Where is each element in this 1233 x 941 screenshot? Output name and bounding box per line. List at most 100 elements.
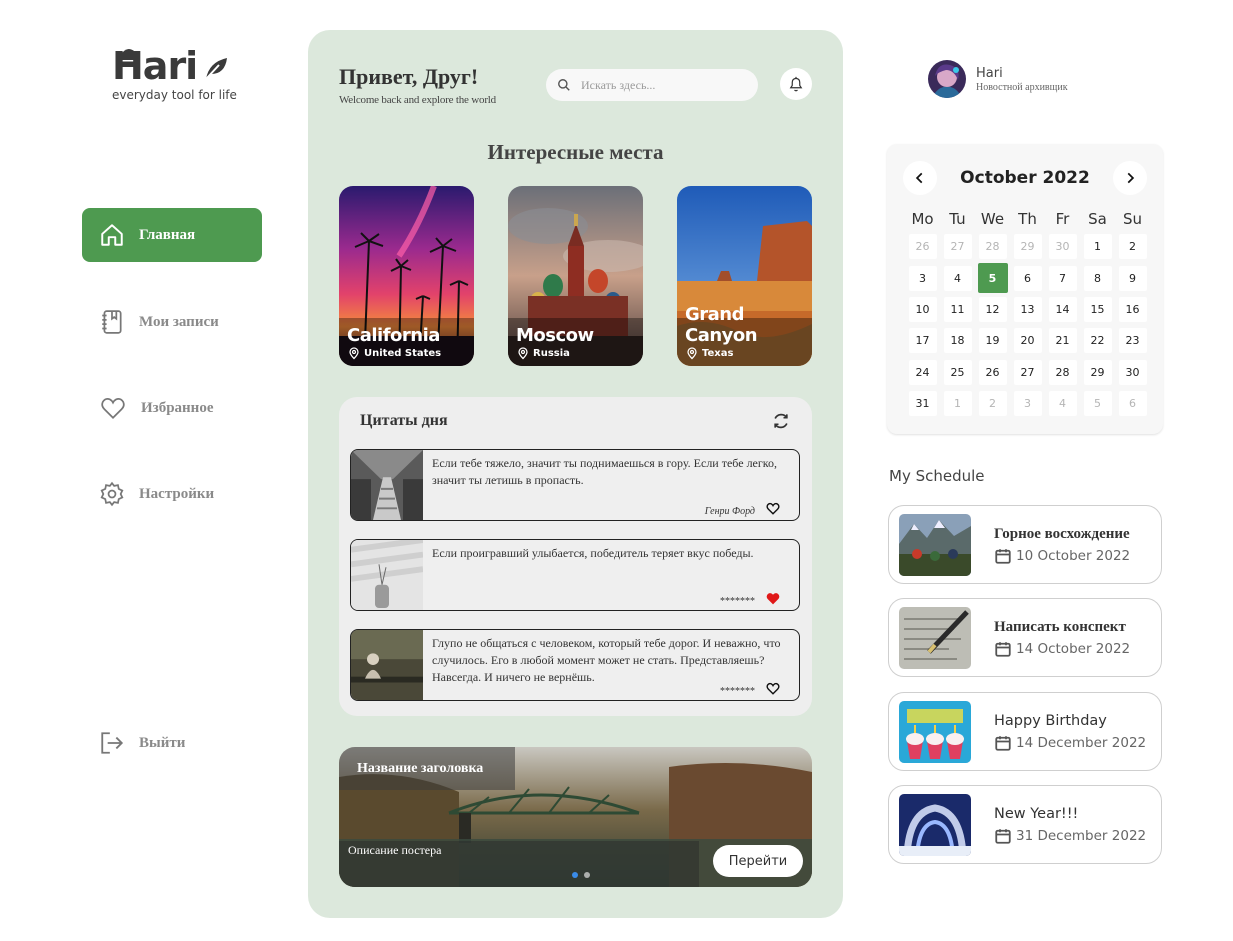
schedule-item-title: New Year!!!: [994, 806, 1079, 822]
schedule-item[interactable]: Написать конспект 14 October 2022: [888, 598, 1162, 677]
quote-text: Если проигравший улыбается, победитель т…: [432, 546, 754, 560]
nav-label: Избранное: [141, 399, 214, 416]
calendar-day[interactable]: 26: [905, 231, 940, 262]
calendar-day[interactable]: 10: [905, 294, 940, 325]
notebook-icon: [102, 310, 122, 334]
calendar-icon: [995, 642, 1011, 657]
heart-outline-icon[interactable]: [766, 502, 780, 515]
nav-item-settings[interactable]: Настройки: [82, 467, 262, 521]
calendar-day[interactable]: 30: [1045, 231, 1080, 262]
calendar-weekday: We: [980, 210, 1005, 228]
nav-item-home[interactable]: Главная: [82, 208, 262, 262]
calendar-day[interactable]: 9: [1115, 262, 1150, 293]
location-pin-icon: [518, 347, 528, 360]
calendar-day[interactable]: 11: [940, 294, 975, 325]
calendar-day[interactable]: 30: [1115, 357, 1150, 388]
calendar-day[interactable]: 27: [940, 231, 975, 262]
calendar-day[interactable]: 5: [975, 262, 1010, 294]
logout-button[interactable]: Выйти: [82, 716, 262, 770]
calendar-day[interactable]: 18: [940, 325, 975, 356]
calendar-day[interactable]: 5: [1080, 388, 1115, 419]
nav-item-notes[interactable]: Мои записи: [82, 295, 262, 349]
calendar-day[interactable]: 4: [1045, 388, 1080, 419]
calendar-day[interactable]: 25: [940, 357, 975, 388]
calendar-day[interactable]: 16: [1115, 294, 1150, 325]
leaf-icon: [205, 58, 228, 80]
profile-name: Hari: [976, 65, 1003, 81]
calendar-day[interactable]: 22: [1080, 325, 1115, 356]
calendar-day[interactable]: 3: [905, 262, 940, 293]
calendar-day[interactable]: 2: [1115, 231, 1150, 262]
place-card-grand-canyon[interactable]: Grand Canyon Texas: [677, 186, 812, 366]
schedule-item[interactable]: New Year!!! 31 December 2022: [888, 785, 1162, 864]
heart-filled-icon[interactable]: [766, 592, 780, 605]
schedule-item-title: Написать конспект: [994, 619, 1126, 635]
calendar-day[interactable]: 20: [1010, 325, 1045, 356]
refresh-icon[interactable]: [771, 411, 791, 431]
schedule-item-date: 14 December 2022: [994, 734, 1146, 752]
place-name: Moscow: [516, 325, 594, 346]
calendar-day[interactable]: 21: [1045, 325, 1080, 356]
place-card-california[interactable]: California United States: [339, 186, 474, 366]
calendar-day[interactable]: 17: [905, 325, 940, 356]
quote-item: Если тебе тяжело, значит ты поднимаешься…: [350, 449, 800, 521]
avatar: [928, 60, 966, 98]
main-panel: Привет, Друг! Welcome back and explore t…: [308, 30, 843, 918]
calendar-day[interactable]: 23: [1115, 325, 1150, 356]
poster-go-button[interactable]: Перейти: [713, 845, 803, 877]
calendar-day[interactable]: 1: [940, 388, 975, 419]
calendar-day[interactable]: 27: [1010, 357, 1045, 388]
poster-description: Описание постера: [348, 843, 442, 857]
calendar-day[interactable]: 24: [905, 357, 940, 388]
calendar-next-button[interactable]: [1113, 161, 1147, 195]
gear-icon: [100, 481, 124, 507]
schedule-item-title: Happy Birthday: [994, 713, 1107, 729]
quote-author: *******: [720, 596, 755, 607]
place-location: Texas: [686, 347, 733, 360]
calendar-day[interactable]: 31: [905, 388, 940, 419]
schedule-item[interactable]: Горное восхождение 10 October 2022: [888, 505, 1162, 584]
notifications-button[interactable]: [780, 68, 812, 100]
hat-icon: [121, 49, 137, 60]
poster-title: Название заголовка: [339, 747, 515, 790]
poster-banner[interactable]: Название заголовка Описание постера Пере…: [339, 747, 812, 887]
calendar-day[interactable]: 2: [975, 388, 1010, 419]
schedule-item[interactable]: Happy Birthday 14 December 2022: [888, 692, 1162, 771]
greeting-title: Привет, Друг!: [339, 64, 479, 89]
search-input[interactable]: [581, 77, 741, 93]
calendar-day[interactable]: 28: [1045, 357, 1080, 388]
calendar-day[interactable]: 14: [1045, 294, 1080, 325]
calendar-icon: [995, 829, 1011, 844]
calendar-day[interactable]: 1: [1080, 231, 1115, 262]
calendar-day[interactable]: 29: [1080, 357, 1115, 388]
calendar-day[interactable]: 6: [1115, 388, 1150, 419]
calendar-day[interactable]: 28: [975, 231, 1010, 262]
calendar-day[interactable]: 26: [975, 357, 1010, 388]
quotes-card: Цитаты дня Если тебе тяжело, значит ты п…: [339, 397, 812, 716]
location-pin-icon: [687, 347, 697, 360]
place-name: Grand Canyon: [685, 304, 758, 346]
carousel-dot[interactable]: [584, 872, 590, 878]
calendar-day[interactable]: 8: [1080, 262, 1115, 293]
brand-tagline: everyday tool for life: [112, 88, 237, 102]
nav-item-favorites[interactable]: Избранное: [82, 381, 262, 435]
place-card-moscow[interactable]: Moscow Russia: [508, 186, 643, 366]
calendar-day[interactable]: 13: [1010, 294, 1045, 325]
heart-outline-icon[interactable]: [766, 682, 780, 695]
search-bar[interactable]: [546, 69, 758, 101]
calendar-day[interactable]: 7: [1045, 262, 1080, 293]
calendar-day[interactable]: 4: [940, 262, 975, 293]
schedule-title: My Schedule: [889, 467, 985, 485]
calendar-day[interactable]: 19: [975, 325, 1010, 356]
calendar-day[interactable]: 29: [1010, 231, 1045, 262]
carousel-dot[interactable]: [572, 872, 578, 878]
user-profile[interactable]: Hari Новостной архивщик: [928, 60, 1068, 98]
calendar-day[interactable]: 15: [1080, 294, 1115, 325]
nav-label: Главная: [139, 226, 196, 243]
heart-icon: [101, 398, 125, 419]
calendar-day[interactable]: 6: [1010, 262, 1045, 293]
quote-image: [351, 630, 423, 700]
brand-logo[interactable]: Hari everyday tool for life: [112, 46, 242, 102]
calendar-day[interactable]: 3: [1010, 388, 1045, 419]
calendar-day[interactable]: 12: [975, 294, 1010, 325]
